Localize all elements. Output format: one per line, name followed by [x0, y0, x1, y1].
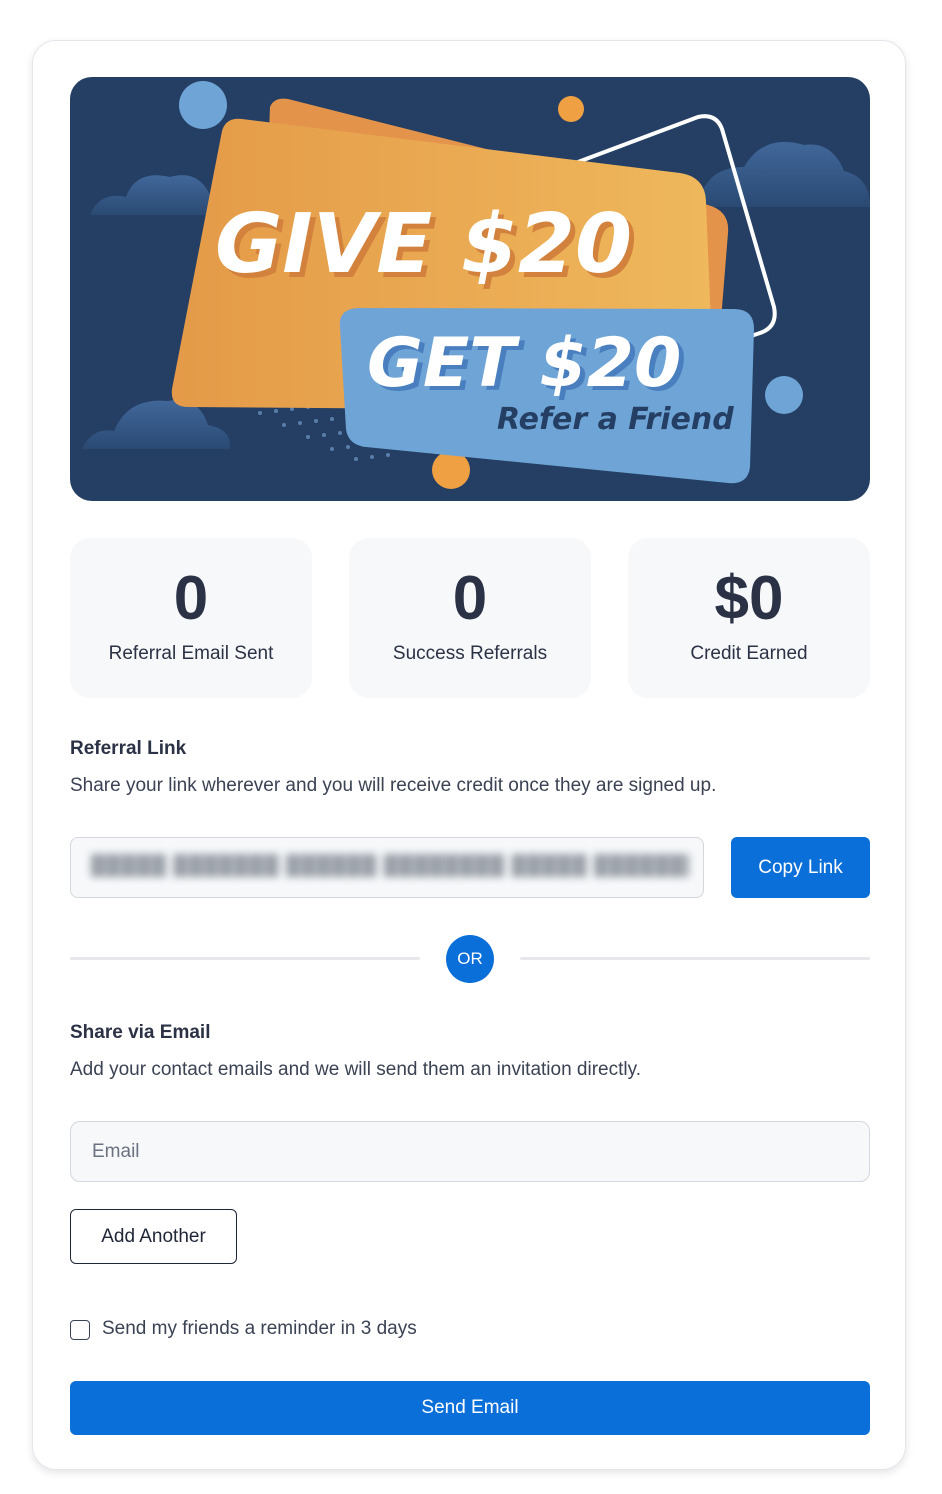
headline-give: GIVE $20	[215, 197, 632, 292]
stat-credit-earned: $0 Credit Earned	[628, 538, 870, 698]
referral-link-title: Referral Link	[70, 738, 187, 759]
referral-banner: GIVE $20 GIVE $20 GET $20 GET $20 Refer …	[70, 77, 870, 501]
email-input[interactable]	[70, 1121, 870, 1182]
share-email-description: Add your contact emails and we will send…	[70, 1059, 641, 1080]
reminder-checkbox-label[interactable]: Send my friends a reminder in 3 days	[102, 1318, 417, 1340]
stat-label: Referral Email Sent	[108, 643, 274, 664]
copy-link-button[interactable]: Copy Link	[731, 837, 870, 898]
stat-value: $0	[714, 564, 784, 633]
stats-row: 0 Referral Email Sent 0 Success Referral…	[70, 538, 870, 698]
stat-referral-emails-sent: 0 Referral Email Sent	[70, 538, 312, 698]
send-email-button[interactable]: Send Email	[70, 1381, 870, 1435]
or-divider-badge: OR	[446, 935, 494, 983]
add-another-button[interactable]: Add Another	[70, 1209, 237, 1264]
divider-line-left	[70, 957, 420, 960]
stat-label: Success Referrals	[392, 643, 548, 664]
banner-tagline: Refer a Friend	[497, 402, 734, 437]
blurred-referral-url: █████ ███████ ██████ ████████ █████ ████…	[91, 854, 689, 876]
decor-dot	[765, 376, 803, 414]
decor-dot	[179, 81, 227, 129]
referral-link-description: Share your link wherever and you will re…	[70, 775, 717, 796]
headline-get: GET $20	[367, 324, 681, 403]
decor-dot	[558, 96, 584, 122]
reminder-checkbox[interactable]	[70, 1320, 90, 1340]
stat-value: 0	[173, 564, 209, 633]
referral-link-field[interactable]: █████ ███████ ██████ ████████ █████ ████…	[70, 837, 704, 898]
stat-success-referrals: 0 Success Referrals	[349, 538, 591, 698]
divider-line-right	[520, 957, 870, 960]
stat-label: Credit Earned	[690, 643, 808, 664]
stat-value: 0	[452, 564, 488, 633]
share-email-title: Share via Email	[70, 1022, 211, 1043]
